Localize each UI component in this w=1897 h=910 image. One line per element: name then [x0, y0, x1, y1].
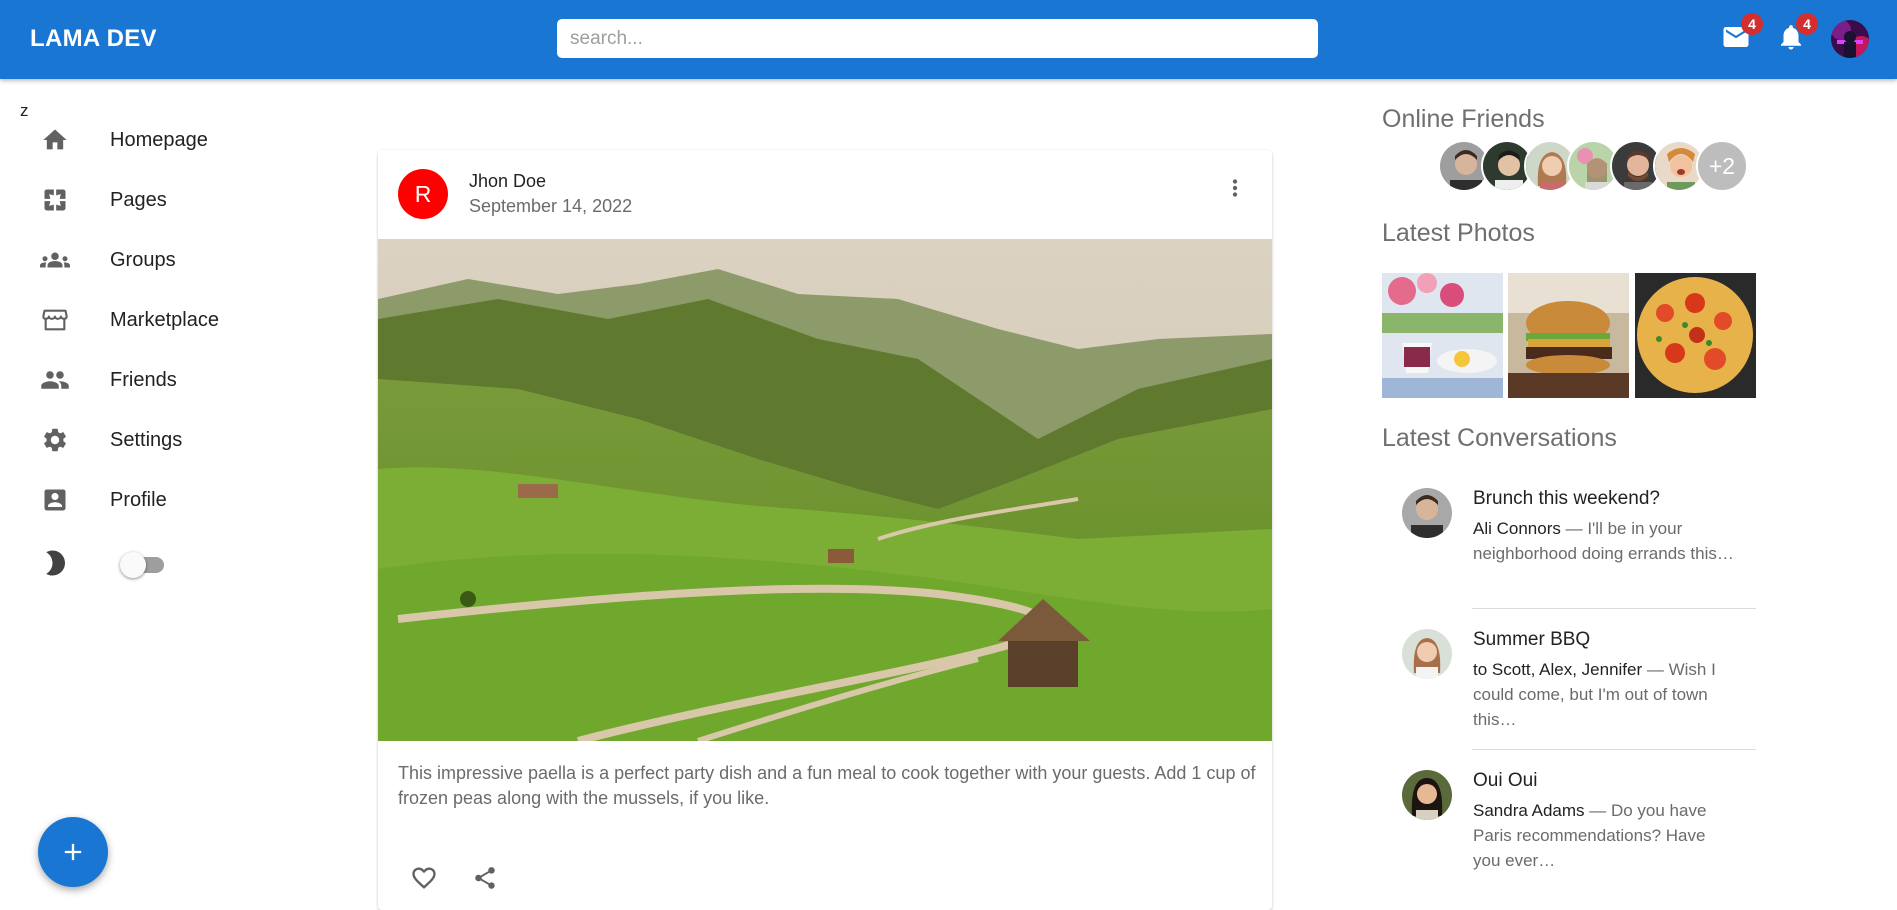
settings-icon	[40, 425, 70, 455]
sidebar-item-friends[interactable]: Friends	[0, 350, 300, 410]
conversation-avatar	[1402, 770, 1452, 820]
conversation-preview: to Scott, Alex, Jennifer — Wish I could …	[1473, 657, 1735, 732]
heart-outline-icon	[412, 867, 436, 889]
sidebar-item-label: Pages	[110, 188, 167, 211]
conversation-divider	[1472, 608, 1756, 609]
conversation-item[interactable]: Summer BBQ to Scott, Alex, Jennifer — Wi…	[1382, 629, 1756, 739]
sidebar-item-groups[interactable]: Groups	[0, 230, 300, 290]
like-button[interactable]	[404, 858, 444, 898]
conversation-item[interactable]: Oui Oui Sandra Adams — Do you have Paris…	[1382, 770, 1756, 880]
share-button[interactable]	[465, 858, 505, 898]
switch-thumb	[120, 552, 146, 578]
post-image	[378, 239, 1272, 741]
conversation-preview: Ali Connors — I'll be in your neighborho…	[1473, 516, 1735, 566]
sidebar-item-label: Settings	[110, 428, 183, 451]
post-date: September 14, 2022	[469, 196, 633, 216]
conversation-title: Oui Oui	[1473, 770, 1538, 791]
people-icon	[40, 365, 70, 395]
plus-icon	[64, 843, 82, 861]
conversation-sender: Ali Connors	[1473, 519, 1561, 538]
online-friends-title: Online Friends	[1382, 105, 1545, 133]
storefront-icon	[40, 305, 70, 335]
conversation-sender: to Scott, Alex, Jennifer	[1473, 660, 1643, 679]
sidebar-item-pages[interactable]: Pages	[0, 170, 300, 230]
sidebar-item-label: Marketplace	[110, 308, 219, 331]
sidebar-item-label: Homepage	[110, 128, 208, 151]
search-input[interactable]	[557, 19, 1318, 58]
latest-photo[interactable]	[1508, 273, 1629, 398]
home-icon	[40, 125, 70, 155]
latest-photo[interactable]	[1635, 273, 1756, 398]
sidebar-item-homepage[interactable]: Homepage	[0, 110, 300, 170]
sidebar-nav: Homepage Pages Groups Marketplace Friend…	[0, 110, 300, 530]
top-app-bar: LAMA DEV 4 4	[0, 0, 1897, 79]
account-box-icon	[40, 485, 70, 515]
conversation-avatar	[1402, 629, 1452, 679]
post-text: This impressive paella is a perfect part…	[398, 763, 1256, 808]
conversation-preview: Sandra Adams — Do you have Paris recomme…	[1473, 798, 1735, 873]
groups-icon	[40, 245, 70, 275]
conversation-divider	[1472, 749, 1756, 750]
sidebar-item-settings[interactable]: Settings	[0, 410, 300, 470]
online-friends-avatars: +2	[1438, 140, 1758, 192]
conversation-item[interactable]: Brunch this weekend? Ali Connors — I'll …	[1382, 488, 1756, 598]
user-avatar[interactable]	[1831, 20, 1869, 58]
latest-conversations-title: Latest Conversations	[1382, 424, 1617, 452]
latest-photo[interactable]	[1382, 273, 1503, 398]
conversation-title: Summer BBQ	[1473, 629, 1591, 650]
mail-button[interactable]: 4	[1719, 13, 1763, 54]
conversation-title: Brunch this weekend?	[1473, 488, 1660, 509]
notifications-button[interactable]: 4	[1774, 13, 1818, 54]
post-author: Jhon Doe	[469, 171, 547, 191]
conversation-avatar	[1402, 488, 1452, 538]
add-post-button[interactable]	[38, 817, 108, 887]
latest-photos-title: Latest Photos	[1382, 219, 1535, 247]
pages-icon	[40, 185, 70, 215]
sidebar-item-profile[interactable]: Profile	[0, 470, 300, 530]
sidebar-item-label: Profile	[110, 488, 167, 511]
sidebar-item-label: Friends	[110, 368, 177, 391]
sidebar-item-label: Groups	[110, 248, 176, 271]
more-options-button[interactable]	[1220, 173, 1250, 203]
brand-logo[interactable]: LAMA DEV	[30, 25, 157, 53]
share-icon	[475, 867, 495, 889]
notification-badge: 4	[1796, 13, 1818, 35]
mail-badge: 4	[1741, 13, 1763, 35]
moon-icon	[46, 550, 65, 576]
more-vert-icon	[1232, 179, 1238, 197]
conversation-sender: Sandra Adams	[1473, 801, 1585, 820]
dark-mode-switch[interactable]	[120, 552, 168, 578]
more-friends-count[interactable]: +2	[1696, 140, 1748, 192]
sidebar-item-marketplace[interactable]: Marketplace	[0, 290, 300, 350]
post-card: R Jhon Doe September 14, 2022 This impre…	[378, 150, 1272, 910]
post-author-avatar[interactable]: R	[398, 169, 448, 219]
